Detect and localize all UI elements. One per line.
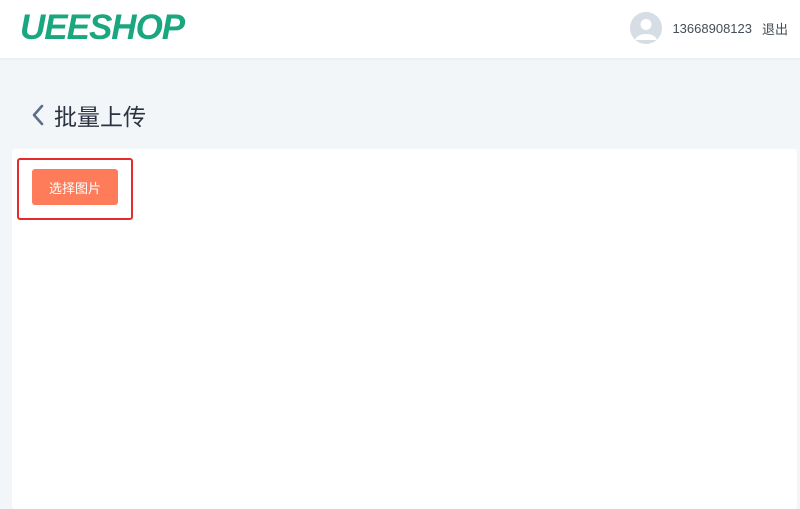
user-avatar-icon[interactable] [630,12,663,44]
brand-logo[interactable]: UEESHOP [20,8,185,48]
page-title: 批量上传 [54,105,146,131]
page-header: 批量上传 [30,98,146,132]
top-header: UEESHOP 13668908123 退出 [0,0,800,58]
user-phone: 13668908123 [672,20,752,36]
logout-link[interactable]: 退出 [762,19,788,38]
user-area: 13668908123 退出 [630,11,788,45]
chevron-left-icon[interactable] [30,103,46,127]
select-images-button[interactable]: 选择图片 [32,169,118,205]
